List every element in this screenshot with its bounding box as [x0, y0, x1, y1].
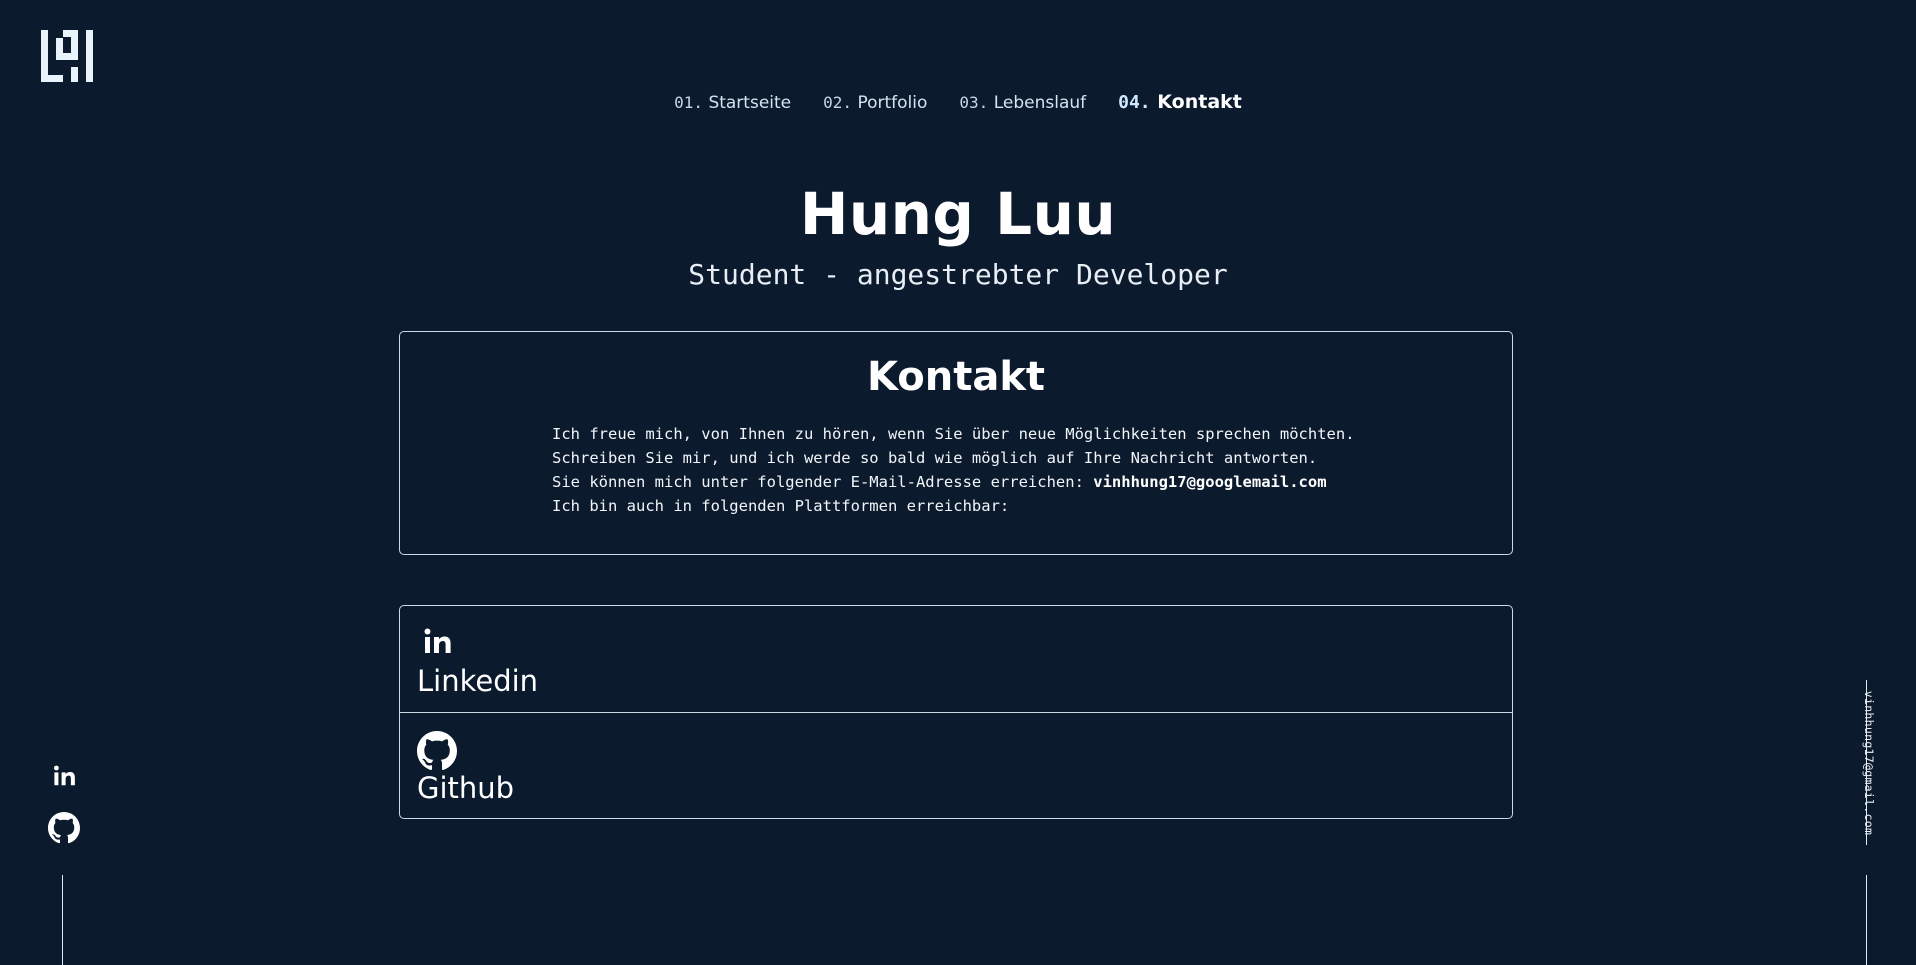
side-email-text: vinhhung17@gmail.com: [1862, 690, 1877, 835]
platform-label: Linkedin: [417, 664, 539, 698]
platform-label: Github: [417, 771, 515, 805]
nav-item-label: Kontakt: [1157, 91, 1242, 113]
nav-item-lebenslauf[interactable]: 03. Lebenslauf: [959, 93, 1086, 113]
linkedin-icon: [424, 628, 451, 653]
nav-item-number: 01.: [674, 93, 704, 112]
nav-item-portfolio[interactable]: 02. Portfolio: [823, 93, 927, 113]
page-subtitle: Student - angestrebter Developer: [688, 258, 1228, 291]
contact-line: Sie können mich unter folgender E-Mail-A…: [552, 470, 1452, 494]
nav-item-number: 02.: [823, 93, 853, 112]
page: 01. Startseite 02. Portfolio 03. Lebensl…: [0, 0, 1916, 965]
nav-item-startseite[interactable]: 01. Startseite: [674, 93, 791, 113]
contact-text: Ich freue mich, von Ihnen zu hören, wenn…: [552, 422, 1452, 518]
nav-item-label: Portfolio: [857, 93, 928, 113]
side-divider-right: [1866, 875, 1867, 965]
contact-line-text: Sie können mich unter folgender E-Mail-A…: [552, 473, 1094, 491]
platform-github[interactable]: Github: [400, 712, 1512, 818]
contact-email-link[interactable]: vinhhung17@googlemail.com: [1093, 473, 1326, 491]
contact-title: Kontakt: [866, 354, 1046, 400]
side-divider-left: [62, 875, 63, 965]
contact-line: Ich freue mich, von Ihnen zu hören, wenn…: [552, 425, 1355, 443]
contact-line: Schreiben Sie mir, und ich werde so bald…: [552, 449, 1318, 467]
nav-item-number: 03.: [959, 93, 989, 112]
main-nav: 01. Startseite 02. Portfolio 03. Lebensl…: [0, 91, 1916, 113]
nav-item-number: 04.: [1118, 92, 1151, 113]
contact-section: Kontakt Ich freue mich, von Ihnen zu hör…: [399, 331, 1513, 555]
contact-line: Ich bin auch in folgenden Plattformen er…: [552, 497, 1010, 515]
github-icon: [417, 731, 457, 771]
platform-linkedin[interactable]: Linkedin: [400, 606, 1512, 712]
nav-item-label: Lebenslauf: [993, 93, 1087, 113]
linkedin-icon[interactable]: [48, 762, 80, 794]
logo-icon[interactable]: [41, 30, 93, 82]
platforms-list: Linkedin Github: [399, 605, 1513, 819]
nav-item-kontakt[interactable]: 04. Kontakt: [1118, 91, 1242, 113]
side-email-link[interactable]: vinhhung17@gmail.com: [1857, 680, 1881, 845]
page-title: Hung Luu: [799, 180, 1117, 248]
github-icon[interactable]: [48, 812, 80, 844]
side-social-links: [44, 762, 84, 862]
nav-item-label: Startseite: [708, 93, 792, 113]
